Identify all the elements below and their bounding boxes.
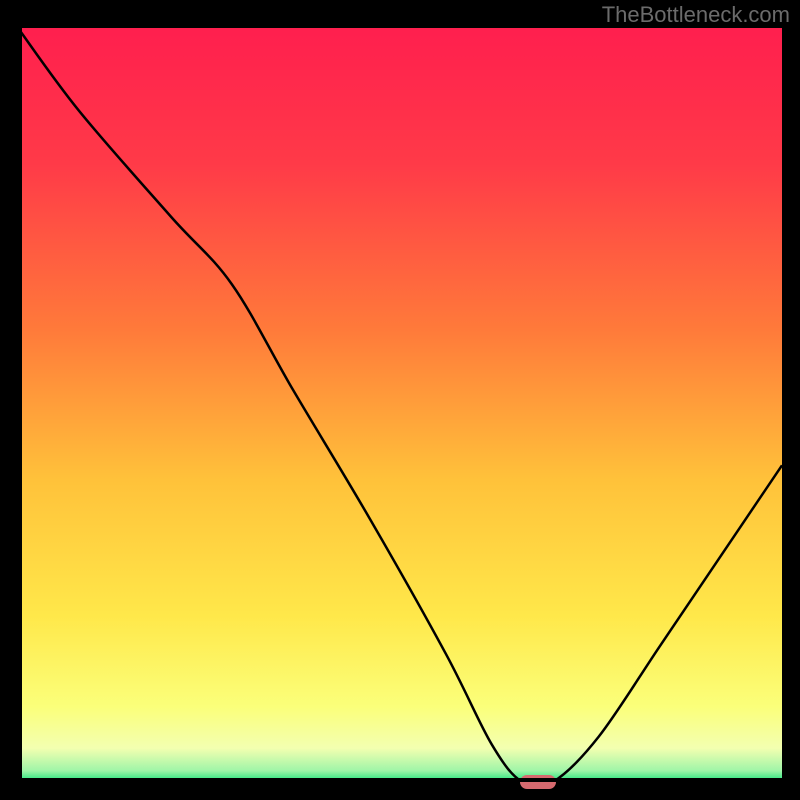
chart-container: TheBottleneck.com xyxy=(0,0,800,800)
watermark-text: TheBottleneck.com xyxy=(602,2,790,28)
plot-axes xyxy=(18,28,782,782)
